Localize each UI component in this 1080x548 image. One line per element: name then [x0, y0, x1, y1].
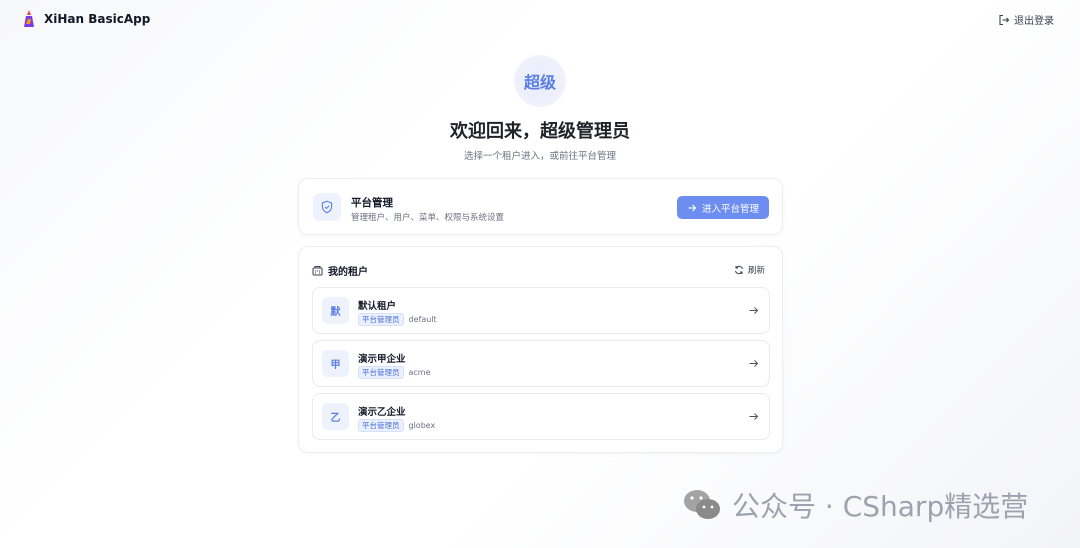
tenant-name: 默认租户: [358, 301, 397, 312]
platform-card: 平台管理 管理租户、用户、菜单、权限与系统设置 进入平台管理: [298, 178, 783, 235]
tenant-code: default: [408, 315, 437, 324]
tenant-name: 演示乙企业: [358, 407, 406, 418]
tenant-code: acme: [408, 368, 431, 377]
top-bar: XiHan BasicApp 退出登录: [0, 0, 1080, 38]
arrow-right-icon: [749, 307, 759, 314]
logout-button[interactable]: 退出登录: [998, 12, 1054, 27]
brand[interactable]: XiHan BasicApp: [22, 10, 150, 28]
shield-icon: [321, 200, 333, 214]
tenant-icon: 甲: [322, 350, 349, 377]
refresh-label: 刷新: [747, 266, 765, 276]
page-subtitle: 选择一个租户进入，或前往平台管理: [463, 151, 616, 162]
arrow-right-icon: [749, 413, 759, 420]
user-avatar: 超级: [514, 55, 566, 107]
arrow-right-icon: [688, 204, 697, 211]
refresh-button[interactable]: 刷新: [734, 264, 765, 276]
building-icon: [312, 266, 323, 276]
tenant-row[interactable]: 默 默认租户 平台管理员 default: [312, 287, 770, 334]
tenant-row[interactable]: 乙 演示乙企业 平台管理员 globex: [312, 393, 770, 440]
tenant-name: 演示甲企业: [358, 354, 406, 365]
watermark-text: 公众号 · CSharp精选营: [732, 490, 1029, 523]
enter-platform-label: 进入平台管理: [701, 203, 759, 215]
role-badge: 平台管理员: [358, 366, 404, 379]
enter-platform-button[interactable]: 进入平台管理: [677, 196, 769, 219]
platform-icon-box: [313, 193, 341, 221]
tenants-card: 我的租户 刷新 默 默认租户 平台管理员 default 甲 演示甲企业 平台管…: [298, 246, 783, 453]
tenant-icon: 乙: [322, 403, 349, 430]
logout-label: 退出登录: [1014, 16, 1054, 27]
app-logo-icon: [24, 10, 34, 27]
platform-description: 管理租户、用户、菜单、权限与系统设置: [351, 213, 505, 223]
platform-title: 平台管理: [351, 197, 393, 209]
app-name: XiHan BasicApp: [44, 12, 151, 26]
role-badge: 平台管理员: [358, 419, 404, 432]
arrow-right-icon: [749, 360, 759, 367]
tenant-meta: 平台管理员 acme: [358, 366, 431, 379]
role-badge: 平台管理员: [358, 313, 404, 326]
tenant-row[interactable]: 甲 演示甲企业 平台管理员 acme: [312, 340, 770, 387]
refresh-icon: [735, 265, 743, 275]
wechat-icon: [684, 490, 720, 519]
watermark: 公众号 · CSharp精选营: [682, 485, 1028, 525]
page-title: 欢迎回来，超级管理员: [450, 121, 630, 142]
tenants-header: 我的租户: [312, 263, 368, 278]
tenant-meta: 平台管理员 globex: [358, 419, 435, 432]
tenant-code: globex: [408, 421, 436, 430]
logout-icon: [999, 14, 1010, 25]
tenant-meta: 平台管理员 default: [358, 313, 437, 326]
tenant-icon: 默: [322, 297, 349, 324]
tenants-title: 我的租户: [328, 267, 368, 278]
